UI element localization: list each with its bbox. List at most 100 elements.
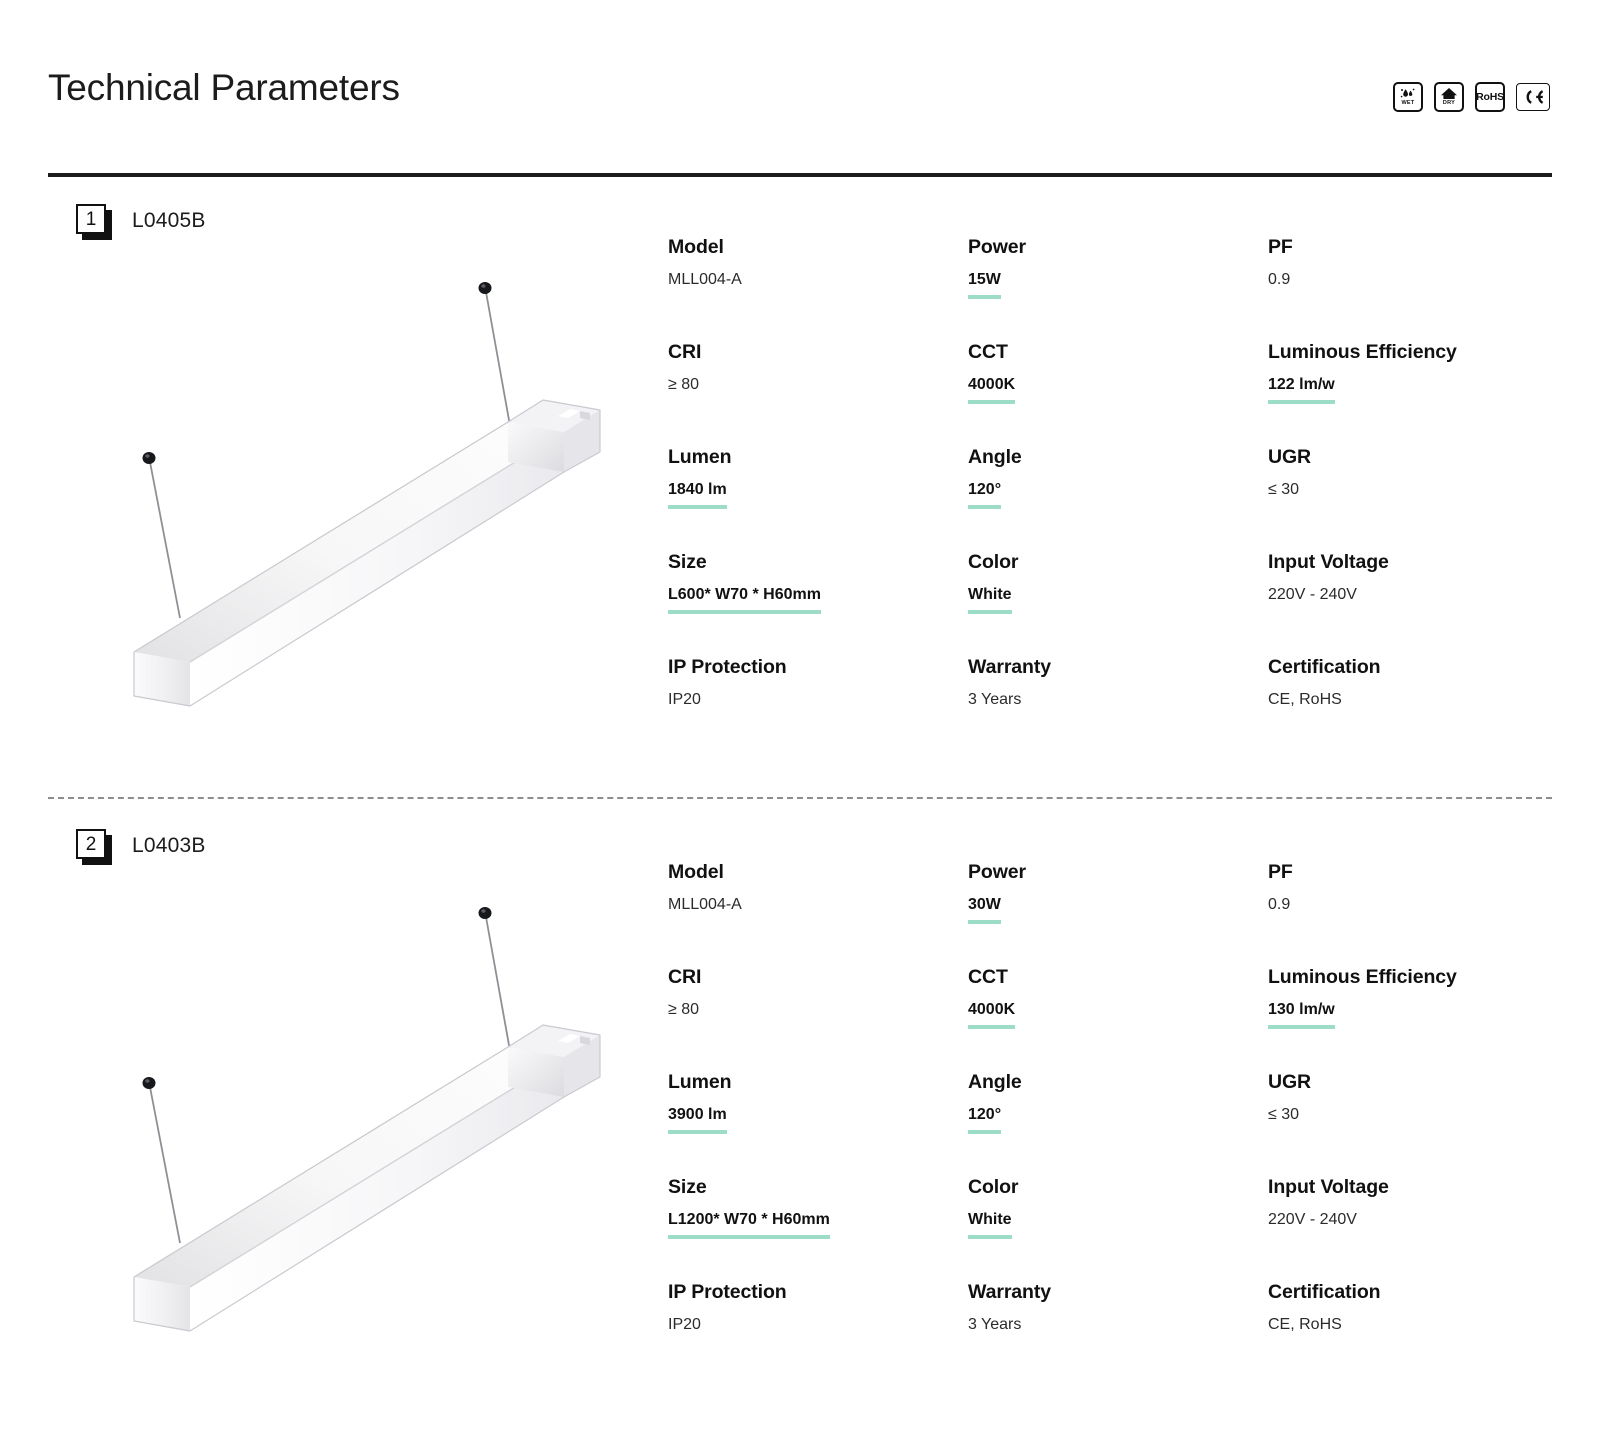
spec-label-ugr: UGR xyxy=(1268,446,1312,468)
spec-value-angle: 120° xyxy=(968,1106,1002,1135)
spec-label-luminous-efficiency: Luminous Efficiency xyxy=(1268,341,1457,363)
spec-cell: CRI ≥ 80 xyxy=(668,341,968,446)
spec-cell: Warranty 3 Years xyxy=(968,656,1268,761)
spec-cell: Lumen 3900 lm xyxy=(668,1071,968,1176)
product-image xyxy=(88,266,648,726)
spec-cell: Luminous Efficiency 122 lm/w xyxy=(1268,341,1552,446)
spec-cell: IP Protection IP20 xyxy=(668,656,968,761)
specification-grid: Model MLL004-A Power 15W PF 0.9 CRI ≥ 80 CCT 4000… xyxy=(668,236,1552,761)
spec-label-input-voltage: Input Voltage xyxy=(1268,551,1389,573)
spec-value-color: White xyxy=(968,586,1012,615)
spec-label-pf: PF xyxy=(1268,236,1293,258)
product-code: L0405B xyxy=(132,209,206,232)
spec-label-pf: PF xyxy=(1268,861,1293,883)
spec-value-certification: CE, RoHS xyxy=(1268,691,1342,709)
spec-value-color: White xyxy=(968,1211,1012,1240)
spec-value-warranty: 3 Years xyxy=(968,691,1022,709)
spec-label-power: Power xyxy=(968,236,1027,258)
technical-parameters-page: Technical Parameters WET DRY RoHS 1 L0405B M… xyxy=(0,0,1600,1440)
spec-label-model: Model xyxy=(668,861,724,883)
spec-cell: Size L1200* W70 * H60mm xyxy=(668,1176,968,1281)
spec-value-model: MLL004-A xyxy=(668,896,742,914)
spec-cell: PF 0.9 xyxy=(1268,236,1552,341)
spec-label-cct: CCT xyxy=(968,966,1008,988)
spec-label-warranty: Warranty xyxy=(968,656,1051,678)
block-divider xyxy=(48,797,1552,799)
spec-cell: Power 15W xyxy=(968,236,1268,341)
spec-label-model: Model xyxy=(668,236,724,258)
spec-value-ugr: ≤ 30 xyxy=(1268,481,1300,499)
spec-value-input-voltage: 220V - 240V xyxy=(1268,1211,1357,1229)
spec-value-cct: 4000K xyxy=(968,1001,1016,1030)
product-heading: 2 L0403B xyxy=(76,829,206,865)
product-index-badge: 1 xyxy=(76,204,112,240)
spec-label-angle: Angle xyxy=(968,446,1022,468)
spec-label-size: Size xyxy=(668,551,707,573)
cert-caption: DRY xyxy=(1442,100,1456,107)
spec-label-ip-protection: IP Protection xyxy=(668,656,787,678)
spec-value-input-voltage: 220V - 240V xyxy=(1268,586,1357,604)
spec-value-pf: 0.9 xyxy=(1268,896,1291,914)
spec-label-lumen: Lumen xyxy=(668,1071,732,1093)
spec-label-angle: Angle xyxy=(968,1071,1022,1093)
badge-number: 2 xyxy=(76,829,106,859)
spec-cell: Size L600* W70 * H60mm xyxy=(668,551,968,656)
header-divider-rule xyxy=(48,173,1552,177)
spec-label-cri: CRI xyxy=(668,966,702,988)
spec-label-lumen: Lumen xyxy=(668,446,732,468)
spec-label-color: Color xyxy=(968,551,1019,573)
page-title: Technical Parameters xyxy=(48,67,400,108)
ce-mark-icon xyxy=(1516,83,1550,111)
spec-value-warranty: 3 Years xyxy=(968,1316,1022,1334)
spec-cell: Color White xyxy=(968,1176,1268,1281)
spec-label-warranty: Warranty xyxy=(968,1281,1051,1303)
spec-value-certification: CE, RoHS xyxy=(1268,1316,1342,1334)
rohs-icon: RoHS xyxy=(1475,82,1505,112)
spec-label-luminous-efficiency: Luminous Efficiency xyxy=(1268,966,1457,988)
spec-label-power: Power xyxy=(968,861,1027,883)
spec-label-certification: Certification xyxy=(1268,656,1381,678)
spec-cell: PF 0.9 xyxy=(1268,861,1552,966)
spec-label-input-voltage: Input Voltage xyxy=(1268,1176,1389,1198)
product-block: 2 L0403B Model MLL004-A Power 30W PF 0.9 CRI ≥ 80… xyxy=(48,821,1552,1391)
spec-value-cct: 4000K xyxy=(968,376,1016,405)
spec-cell: IP Protection IP20 xyxy=(668,1281,968,1386)
spec-cell: Lumen 1840 lm xyxy=(668,446,968,551)
spec-cell: Model MLL004-A xyxy=(668,236,968,341)
spec-value-cri: ≥ 80 xyxy=(668,1001,700,1019)
spec-value-size: L600* W70 * H60mm xyxy=(668,586,821,615)
wet-location-icon: WET xyxy=(1393,82,1423,112)
spec-value-cri: ≥ 80 xyxy=(668,376,700,394)
spec-value-lumen: 3900 lm xyxy=(668,1106,727,1135)
product-heading: 1 L0405B xyxy=(76,204,206,240)
cert-caption: RoHS xyxy=(1476,91,1504,103)
spec-cell: Angle 120° xyxy=(968,1071,1268,1176)
spec-value-model: MLL004-A xyxy=(668,271,742,289)
spec-value-power: 30W xyxy=(968,896,1001,925)
spec-label-cri: CRI xyxy=(668,341,702,363)
certification-icon-row: WET DRY RoHS xyxy=(1393,82,1550,112)
spec-value-ip-protection: IP20 xyxy=(668,691,701,709)
spec-value-luminous-efficiency: 122 lm/w xyxy=(1268,376,1335,405)
spec-cell: Angle 120° xyxy=(968,446,1268,551)
spec-value-lumen: 1840 lm xyxy=(668,481,727,510)
spec-cell: Input Voltage 220V - 240V xyxy=(1268,1176,1552,1281)
spec-cell: Power 30W xyxy=(968,861,1268,966)
spec-value-luminous-efficiency: 130 lm/w xyxy=(1268,1001,1335,1030)
product-image xyxy=(88,891,648,1351)
spec-value-ugr: ≤ 30 xyxy=(1268,1106,1300,1124)
spec-cell: Color White xyxy=(968,551,1268,656)
spec-value-size: L1200* W70 * H60mm xyxy=(668,1211,830,1240)
spec-cell: Certification CE, RoHS xyxy=(1268,1281,1552,1386)
spec-cell: CCT 4000K xyxy=(968,341,1268,446)
cert-caption: WET xyxy=(1401,99,1415,106)
spec-value-pf: 0.9 xyxy=(1268,271,1291,289)
spec-value-ip-protection: IP20 xyxy=(668,1316,701,1334)
spec-cell: Model MLL004-A xyxy=(668,861,968,966)
spec-cell: UGR ≤ 30 xyxy=(1268,1071,1552,1176)
spec-label-ugr: UGR xyxy=(1268,1071,1312,1093)
spec-label-color: Color xyxy=(968,1176,1019,1198)
dry-location-icon: DRY xyxy=(1434,82,1464,112)
product-index-badge: 2 xyxy=(76,829,112,865)
product-code: L0403B xyxy=(132,834,206,857)
